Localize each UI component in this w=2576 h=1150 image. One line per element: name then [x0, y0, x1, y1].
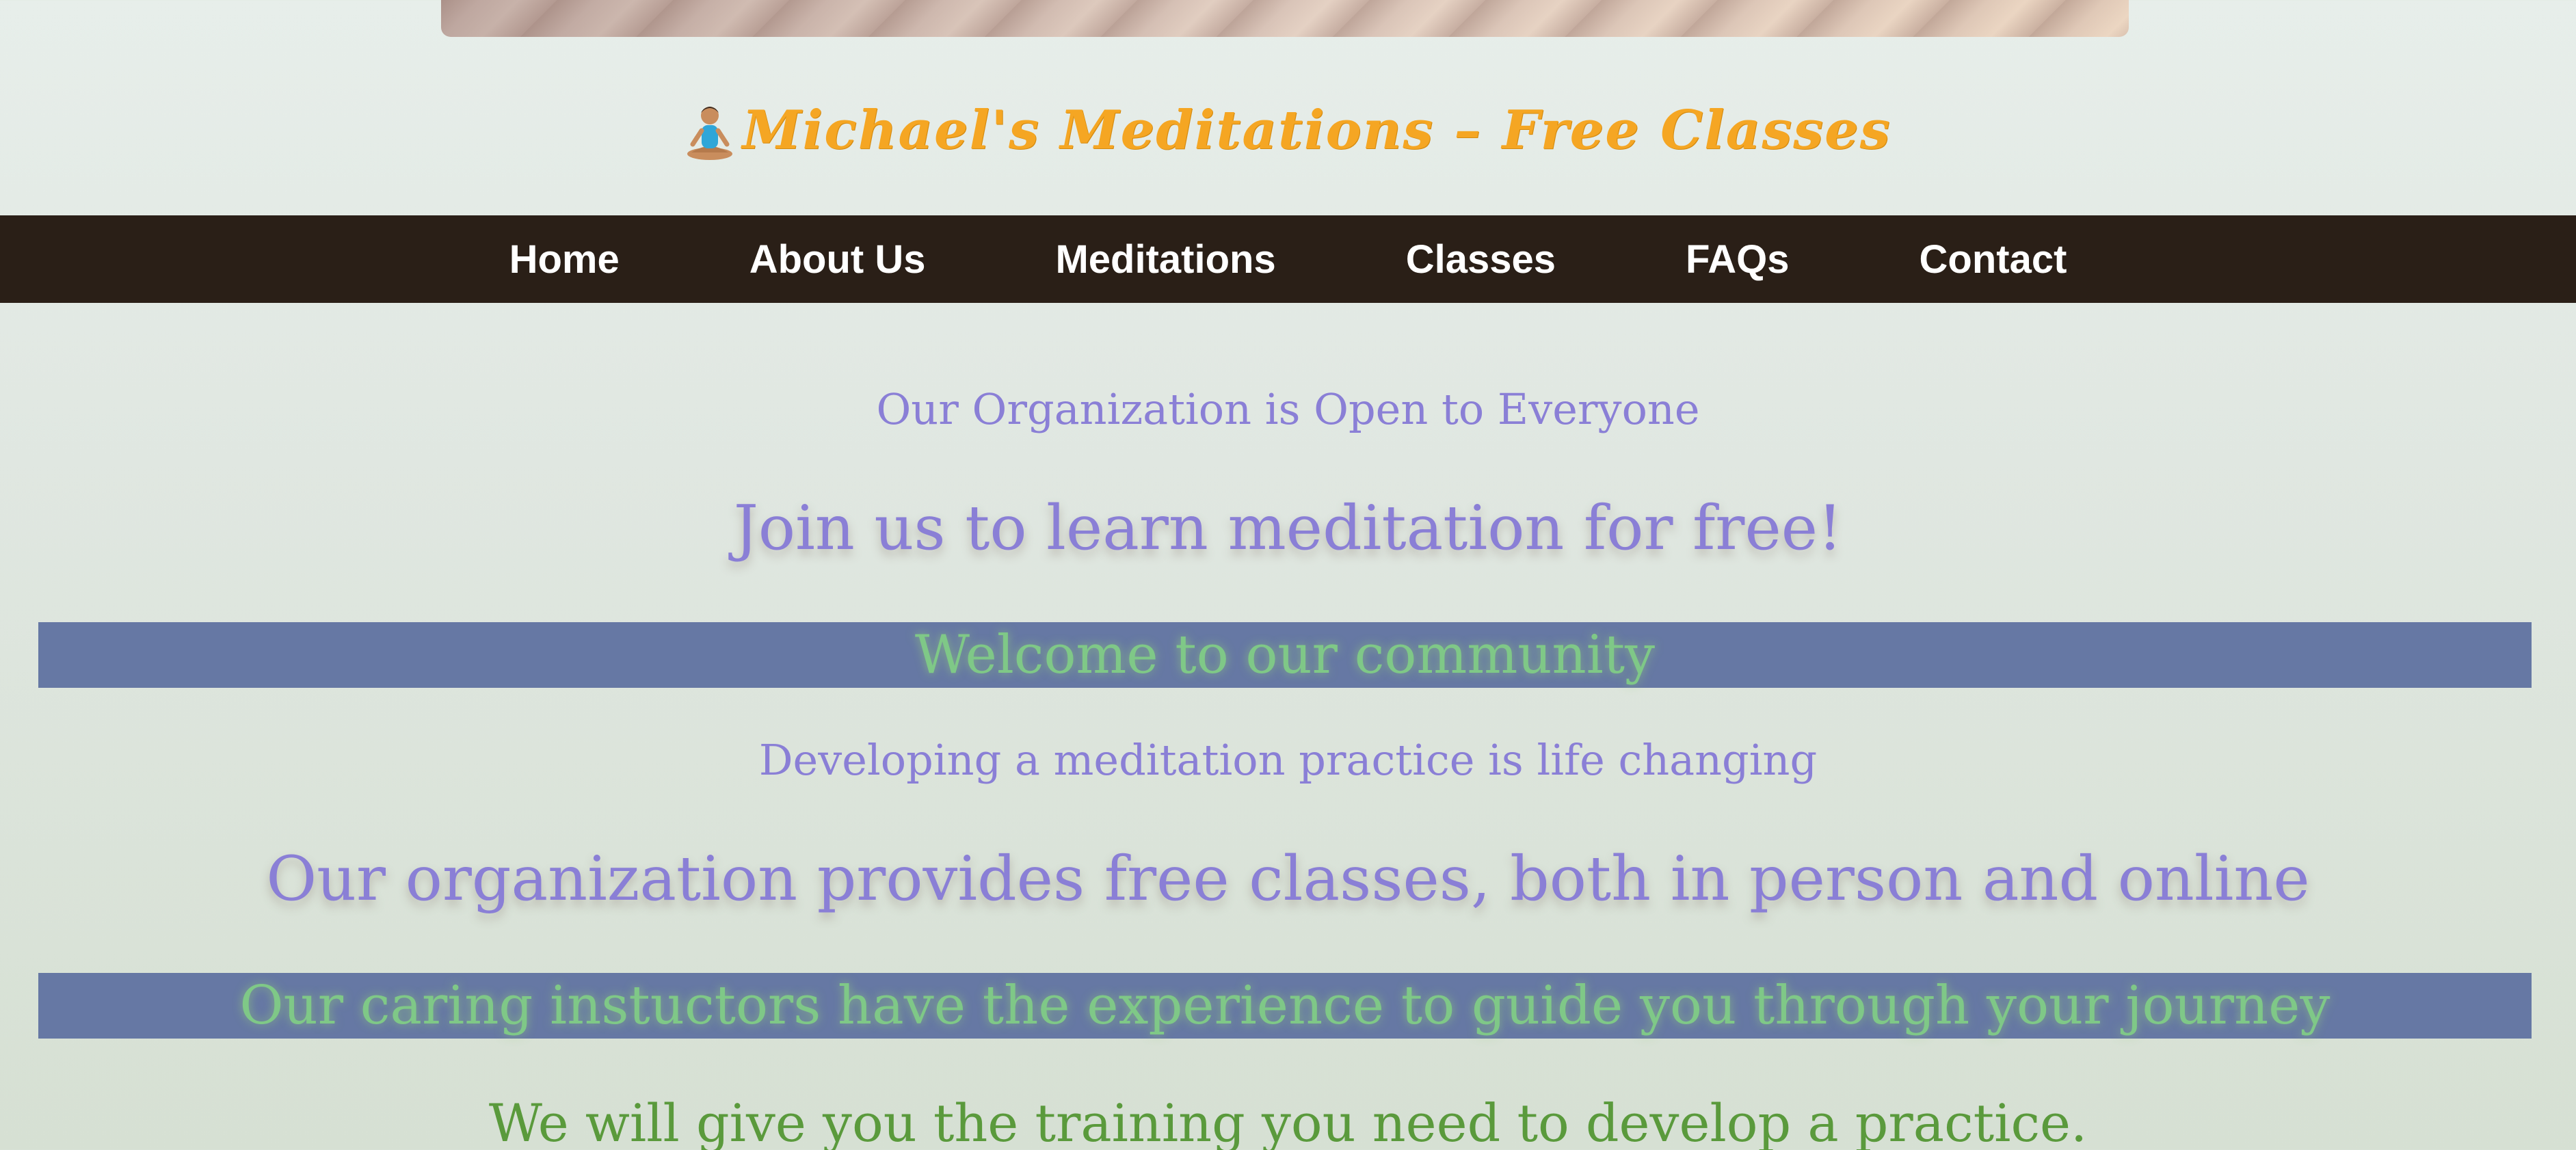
site-header: Michael's Meditations – Free Classes [0, 89, 2576, 171]
nav-meditations[interactable]: Meditations [990, 237, 1340, 282]
nav-home[interactable]: Home [444, 237, 685, 282]
site-title: Michael's Meditations – Free Classes [742, 98, 1891, 161]
join-us-heading: Join us to learn meditation for free! [733, 492, 1843, 564]
nav-faqs[interactable]: FAQs [1621, 237, 1855, 282]
instructors-banner: Our caring instuctors have the experienc… [38, 973, 2532, 1039]
open-to-everyone-text: Our Organization is Open to Everyone [876, 384, 1700, 434]
instructors-banner-text: Our caring instuctors have the experienc… [239, 975, 2331, 1037]
training-text: We will give you the training you need t… [488, 1093, 2088, 1150]
practice-text: Developing a meditation practice is life… [758, 735, 1818, 785]
nav-contact[interactable]: Contact [1855, 237, 2132, 282]
hero-image [441, 0, 2129, 37]
nav-about-us[interactable]: About Us [685, 237, 991, 282]
meditating-person-icon [685, 99, 735, 161]
free-classes-heading: Our organization provides free classes, … [266, 843, 2310, 915]
welcome-banner-text: Welcome to our community [914, 624, 1656, 686]
main-navigation: Home About Us Meditations Classes FAQs C… [0, 215, 2576, 303]
welcome-banner: Welcome to our community [38, 622, 2532, 688]
nav-classes[interactable]: Classes [1341, 237, 1621, 282]
